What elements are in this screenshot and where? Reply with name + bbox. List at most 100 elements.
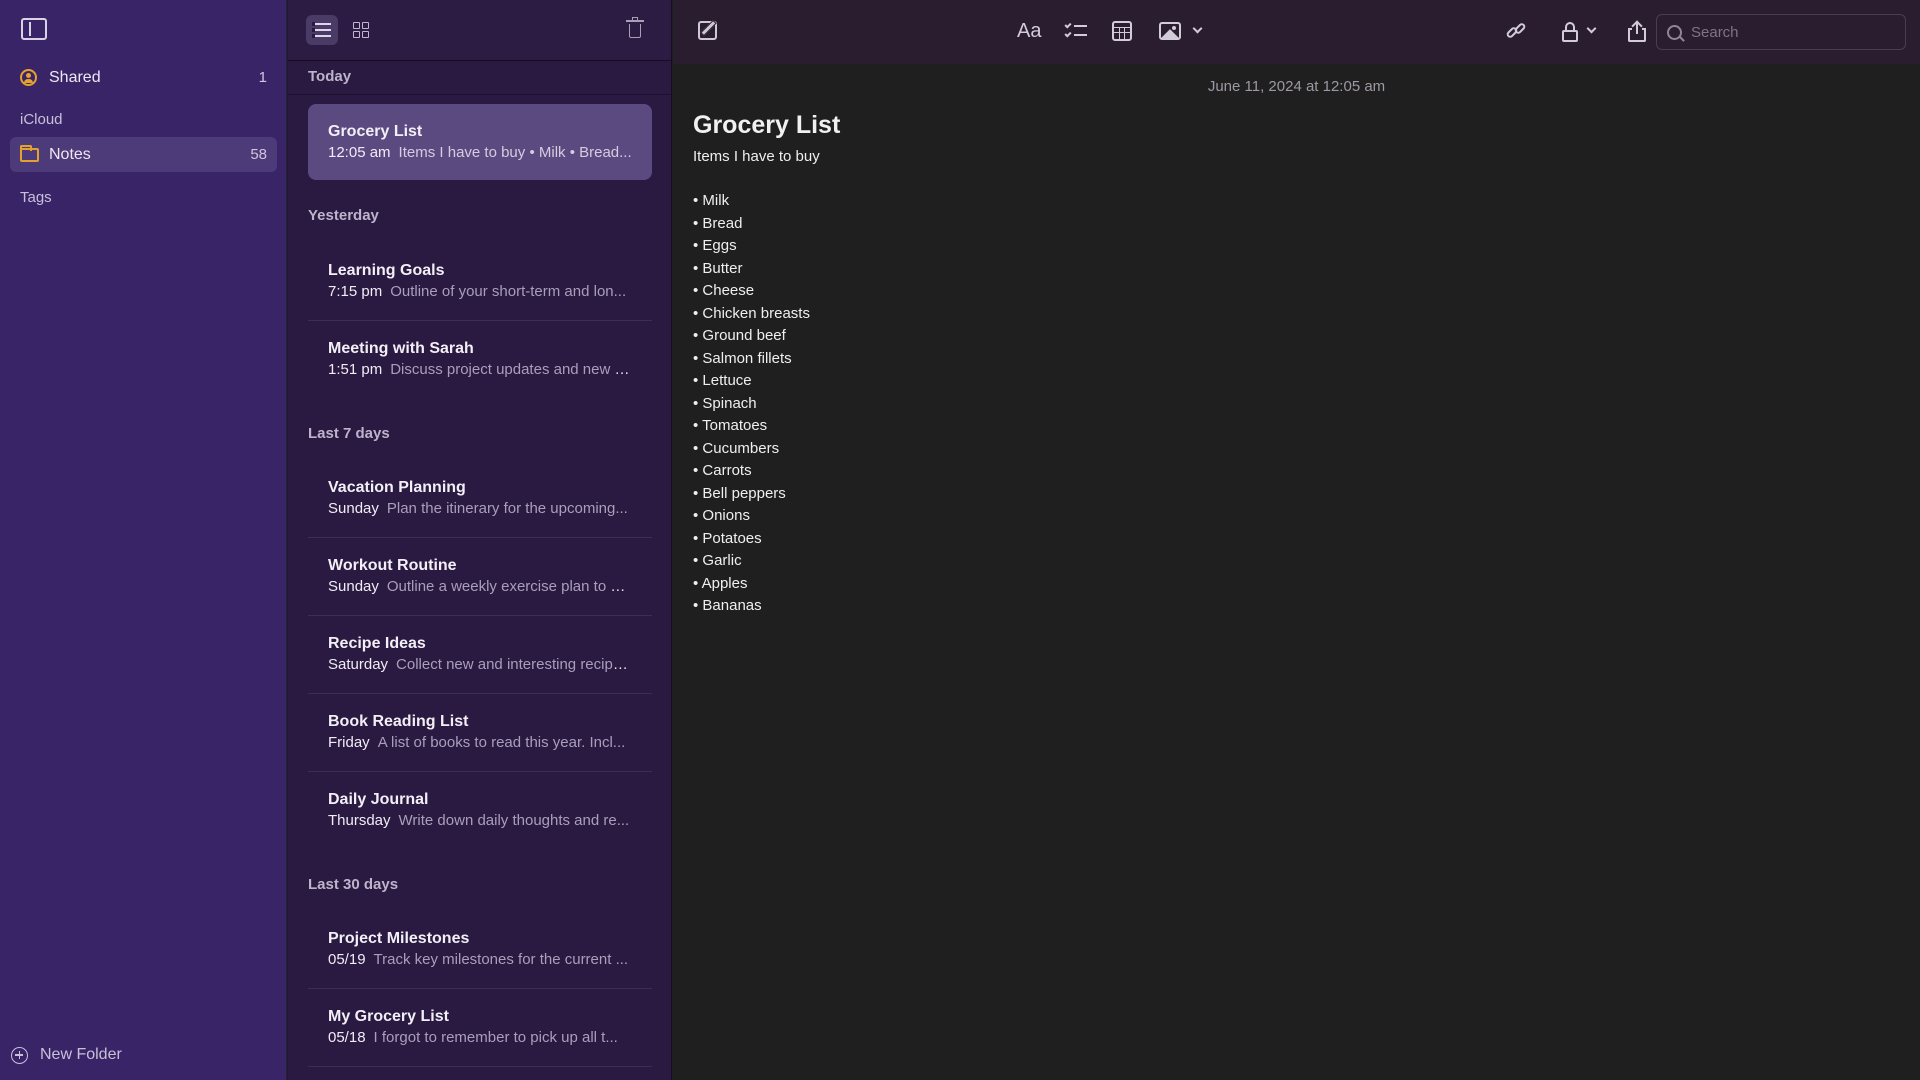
note-preview: Track key milestones for the current ... bbox=[373, 951, 629, 968]
list-item[interactable]: • Cucumbers bbox=[693, 438, 810, 461]
section-label-icloud: iCloud bbox=[20, 111, 63, 128]
link-icon[interactable] bbox=[1505, 21, 1528, 40]
note-time: 7:15 pm bbox=[328, 283, 383, 300]
note-date: June 11, 2024 at 12:05 am bbox=[1207, 78, 1386, 95]
new-folder-label: New Folder bbox=[40, 1046, 122, 1063]
list-item[interactable]: • Potatoes bbox=[693, 528, 810, 551]
list-item[interactable]: • Ground beef bbox=[693, 325, 810, 348]
note-list-item[interactable]: Workout Routine Sunday Outline a weekly e… bbox=[308, 538, 652, 614]
note-title: Recipe Ideas bbox=[328, 635, 426, 652]
note-preview: I forgot to remember to pick up all t... bbox=[373, 1029, 618, 1046]
group-divider bbox=[288, 94, 671, 95]
note-title: Book Reading List bbox=[328, 713, 469, 730]
note-list-pane: Today Grocery List 12:05 am Items I have … bbox=[288, 0, 672, 1080]
note-list-item[interactable]: Meeting with Sarah 1:51 pm Discuss projec… bbox=[308, 321, 652, 397]
note-time: 05/18 bbox=[328, 1029, 366, 1046]
note-editor[interactable]: June 11, 2024 at 12:05 am Grocery List I… bbox=[673, 64, 1920, 1080]
note-time: Sunday bbox=[328, 500, 379, 517]
sidebar-item-label: Shared bbox=[49, 68, 101, 86]
group-header: Yesterday bbox=[308, 207, 379, 224]
list-item[interactable]: • Onions bbox=[693, 505, 810, 528]
list-item[interactable]: • Spinach bbox=[693, 393, 810, 416]
note-subtitle[interactable]: Items I have to buy bbox=[693, 148, 820, 165]
note-preview: Outline a weekly exercise plan to st... bbox=[386, 578, 632, 595]
gallery-view-button[interactable] bbox=[345, 15, 377, 45]
note-heading[interactable]: Grocery List bbox=[693, 111, 840, 140]
note-time: 05/19 bbox=[328, 951, 366, 968]
list-item[interactable]: • Eggs bbox=[693, 235, 810, 258]
editor-toolbar: Aa bbox=[673, 0, 1920, 64]
note-divider bbox=[308, 1066, 652, 1067]
sidebar-item-notes[interactable]: Notes 58 bbox=[10, 137, 277, 172]
note-item-list[interactable]: • Milk • Bread • Eggs • Butter • Cheese … bbox=[693, 190, 810, 618]
note-preview: Plan the itinerary for the upcoming... bbox=[386, 500, 628, 517]
note-list-item[interactable]: Daily Journal Thursday Write down daily t… bbox=[308, 772, 652, 848]
note-title: Project Milestones bbox=[328, 930, 470, 947]
note-time: Thursday bbox=[328, 812, 391, 829]
sidebar-item-label: Notes bbox=[49, 145, 91, 163]
note-time: Sunday bbox=[328, 578, 379, 595]
sidebar-item-count: 1 bbox=[258, 69, 267, 86]
list-item[interactable]: • Milk bbox=[693, 190, 810, 213]
folder-icon bbox=[20, 144, 39, 162]
note-list-item[interactable]: Learning Goals 7:15 pm Outline of your sh… bbox=[308, 243, 652, 319]
list-item[interactable]: • Carrots bbox=[693, 460, 810, 483]
format-text-button[interactable]: Aa bbox=[1017, 20, 1041, 43]
checklist-icon[interactable] bbox=[1064, 21, 1087, 39]
chevron-down-icon[interactable] bbox=[1586, 23, 1597, 34]
search-field[interactable] bbox=[1656, 14, 1906, 50]
list-item[interactable]: • Butter bbox=[693, 258, 810, 281]
note-title: My Grocery List bbox=[328, 1008, 449, 1025]
sidebar-toggle-icon[interactable] bbox=[21, 18, 47, 40]
grid-view-icon bbox=[353, 22, 369, 38]
note-list-toolbar bbox=[288, 0, 671, 61]
table-icon[interactable] bbox=[1112, 21, 1132, 41]
list-view-icon bbox=[312, 22, 331, 38]
sidebar-item-shared[interactable]: Shared 1 bbox=[10, 60, 277, 95]
new-folder-button[interactable]: New Folder bbox=[11, 1046, 122, 1064]
list-view-button[interactable] bbox=[306, 15, 338, 45]
list-item[interactable]: • Cheese bbox=[693, 280, 810, 303]
list-item[interactable]: • Apples bbox=[693, 573, 810, 596]
note-list-item[interactable]: Recipe Ideas Saturday Collect new and int… bbox=[308, 616, 652, 692]
list-item[interactable]: • Lettuce bbox=[693, 370, 810, 393]
note-list-item[interactable]: Vacation Planning Sunday Plan the itinera… bbox=[308, 460, 652, 536]
note-list-item[interactable]: My Grocery List 05/18 I forgot to remembe… bbox=[308, 989, 652, 1065]
note-preview: Items I have to buy • Milk • Bread... bbox=[398, 144, 632, 161]
lock-icon[interactable] bbox=[1562, 22, 1578, 42]
note-time: 1:51 pm bbox=[328, 361, 383, 378]
group-header: Last 7 days bbox=[308, 425, 390, 442]
note-preview: Discuss project updates and new d... bbox=[390, 361, 632, 378]
group-header: Today bbox=[308, 68, 352, 85]
note-title: Grocery List bbox=[328, 123, 423, 140]
note-list-item[interactable]: Book Reading List Friday A list of books … bbox=[308, 694, 652, 770]
note-preview: Outline of your short-term and lon... bbox=[390, 283, 627, 300]
compose-icon[interactable] bbox=[698, 21, 717, 40]
list-item[interactable]: • Bananas bbox=[693, 595, 810, 618]
list-item[interactable]: • Chicken breasts bbox=[693, 303, 810, 326]
shared-person-icon bbox=[20, 69, 37, 86]
list-item[interactable]: • Tomatoes bbox=[693, 415, 810, 438]
note-title: Meeting with Sarah bbox=[328, 340, 474, 357]
media-icon[interactable] bbox=[1159, 22, 1181, 40]
note-title: Learning Goals bbox=[328, 262, 445, 279]
list-item[interactable]: • Garlic bbox=[693, 550, 810, 573]
list-item[interactable]: • Bread bbox=[693, 213, 810, 236]
search-input[interactable] bbox=[1691, 23, 1891, 41]
note-title: Vacation Planning bbox=[328, 479, 466, 496]
sidebar-item-count: 58 bbox=[250, 146, 267, 163]
note-title: Daily Journal bbox=[328, 791, 429, 808]
sidebar: Shared 1 iCloud Notes 58 Tags New Folder bbox=[0, 0, 287, 1080]
share-icon[interactable] bbox=[1628, 20, 1646, 42]
group-header: Last 30 days bbox=[308, 876, 399, 893]
section-label-tags[interactable]: Tags bbox=[20, 189, 52, 206]
note-list-item[interactable]: Grocery List 12:05 am Items I have to buy… bbox=[308, 104, 652, 180]
list-item[interactable]: • Salmon fillets bbox=[693, 348, 810, 371]
note-list-item[interactable]: Project Milestones 05/19 Track key milest… bbox=[308, 911, 652, 987]
list-item[interactable]: • Bell peppers bbox=[693, 483, 810, 506]
note-preview: A list of books to read this year. Incl.… bbox=[377, 734, 626, 751]
trash-icon[interactable] bbox=[626, 17, 644, 39]
plus-circle-icon bbox=[11, 1046, 28, 1064]
note-time: Friday bbox=[328, 734, 370, 751]
chevron-down-icon[interactable] bbox=[1192, 23, 1203, 34]
